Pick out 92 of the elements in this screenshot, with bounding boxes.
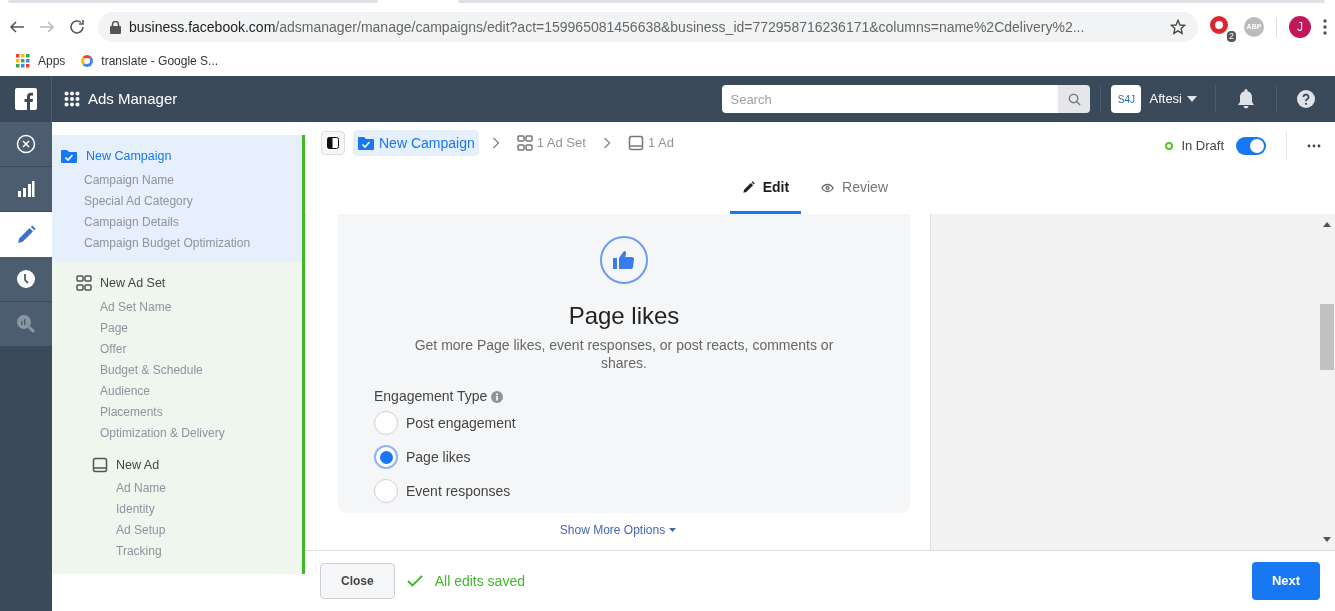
caret-icon: [669, 528, 677, 532]
mode-tab[interactable]: Review: [809, 164, 900, 214]
nav-item[interactable]: Tracking: [116, 541, 302, 563]
google-g-icon: [81, 55, 94, 67]
tablet-icon: [627, 135, 644, 151]
radio-label: Event responses: [406, 481, 511, 501]
pencil-icon: [16, 224, 36, 245]
folder-check-icon: [357, 135, 375, 151]
scrollbar-thumb[interactable]: [1320, 304, 1334, 370]
close-icon: [16, 134, 36, 154]
toggle-switch[interactable]: [1236, 137, 1266, 155]
address-bar[interactable]: business.facebook.com/adsmanager/manage/campaigns/edit?act=159965081456638&business_id=772958716236171&columns=name%2Cdelivery%2...: [98, 12, 1198, 42]
apps-grid-icon[interactable]: [64, 91, 80, 107]
account-name[interactable]: Aftesi: [1149, 89, 1182, 109]
save-status: All edits saved: [434, 571, 525, 591]
search-icon[interactable]: [1068, 92, 1081, 106]
clock-icon: [16, 269, 36, 289]
nav-section-title[interactable]: New Campaign: [86, 147, 172, 166]
extension-badge: 2: [1227, 31, 1236, 42]
nav-item[interactable]: Identity: [116, 499, 302, 521]
help-icon[interactable]: [1297, 90, 1315, 108]
nav-item[interactable]: Campaign Name: [84, 169, 302, 191]
close-button[interactable]: Close: [320, 563, 395, 599]
radio-button[interactable]: [374, 479, 398, 503]
pencil-icon: [741, 181, 755, 194]
search-chart-icon: [16, 314, 36, 334]
chevron-right-icon: [491, 137, 500, 149]
nav-item[interactable]: Optimization & Delivery: [100, 422, 302, 444]
objective-description: Get more Page likes, event responses, or post reacts, comments or shares.: [413, 336, 835, 372]
next-button[interactable]: Next: [1252, 562, 1320, 600]
url-text: business.facebook.com/adsmanager/manage/campaigns/edit?act=159965081456638&business_id=772958716236171&columns=name%2Cdelivery%2...: [129, 17, 1086, 37]
radio-label: Post engagement: [406, 413, 516, 433]
grid-icon: [516, 135, 533, 151]
nav-item[interactable]: Ad Set Name: [100, 296, 302, 318]
bar-chart-icon: [17, 180, 35, 198]
nav-item[interactable]: Campaign Budget Optimization: [84, 232, 302, 254]
radio-button[interactable]: [374, 411, 398, 435]
info-icon[interactable]: [491, 390, 504, 403]
menu-icon[interactable]: [1323, 19, 1327, 35]
breadcrumb-label: 1 Ad Set: [536, 134, 586, 153]
rail-tab[interactable]: [0, 257, 52, 302]
more-options-icon[interactable]: [1307, 144, 1321, 148]
eye-icon: [821, 182, 835, 193]
nav-item[interactable]: Budget & Schedule: [100, 359, 302, 381]
breadcrumb-label: 1 Ad: [647, 134, 674, 153]
app-title: Ads Manager: [88, 88, 178, 109]
scroll-up-icon[interactable]: [1323, 222, 1331, 227]
account-logo[interactable]: S4J: [1111, 85, 1142, 113]
field-label: Engagement Type: [374, 387, 488, 406]
show-more-link[interactable]: Show More Options: [559, 521, 677, 539]
search-button[interactable]: [1058, 85, 1091, 113]
nav-item[interactable]: Ad Name: [116, 478, 302, 500]
breadcrumb-item[interactable]: 1 Ad: [623, 130, 678, 156]
folder-check-icon: [60, 148, 78, 165]
nav-section-title[interactable]: New Ad: [116, 455, 160, 475]
reload-icon[interactable]: [68, 18, 86, 36]
breadcrumb-item[interactable]: 1 Ad Set: [512, 130, 590, 156]
rail-tab[interactable]: [0, 122, 52, 167]
radio-label: Page likes: [406, 447, 471, 467]
notification-bell-icon[interactable]: [1237, 89, 1255, 109]
panel-toggle-button[interactable]: [321, 131, 345, 155]
nav-item[interactable]: Placements: [100, 401, 302, 423]
rail-tab[interactable]: [0, 212, 52, 257]
radio-button[interactable]: [374, 445, 398, 469]
apps-grid-icon: [16, 54, 30, 68]
caret-icon[interactable]: [1187, 96, 1197, 102]
breadcrumb-label: New Campaign: [379, 133, 475, 153]
nav-item[interactable]: Audience: [100, 380, 302, 402]
nav-item[interactable]: Page: [100, 317, 302, 339]
thumbs-up-icon: [613, 250, 635, 270]
nav-section-title[interactable]: New Ad Set: [100, 273, 166, 293]
bookmark-link[interactable]: translate - Google S...: [101, 52, 219, 70]
nav-item[interactable]: Ad Setup: [116, 520, 302, 542]
rail-tab[interactable]: [0, 167, 52, 212]
checkmark-icon: [406, 575, 423, 587]
tablet-icon: [92, 456, 108, 473]
profile-avatar[interactable]: J: [1289, 16, 1311, 38]
breadcrumb-item[interactable]: New Campaign: [353, 130, 479, 156]
facebook-logo[interactable]: [14, 88, 37, 110]
scroll-down-icon[interactable]: [1323, 537, 1331, 542]
nav-item[interactable]: Special Ad Category: [84, 190, 302, 212]
objective-title: Page likes: [568, 301, 680, 331]
lock-icon: [110, 20, 121, 34]
chevron-right-icon: [602, 137, 611, 149]
search-field[interactable]: Search: [722, 85, 1059, 113]
bookmark-link[interactable]: Apps: [38, 52, 66, 70]
star-icon[interactable]: [1170, 19, 1186, 35]
nav-item[interactable]: Campaign Details: [84, 211, 302, 233]
grid-icon: [76, 275, 92, 292]
sidebar-icon: [327, 137, 339, 149]
status-label: In Draft: [1181, 137, 1224, 156]
nav-item[interactable]: Offer: [100, 338, 302, 360]
